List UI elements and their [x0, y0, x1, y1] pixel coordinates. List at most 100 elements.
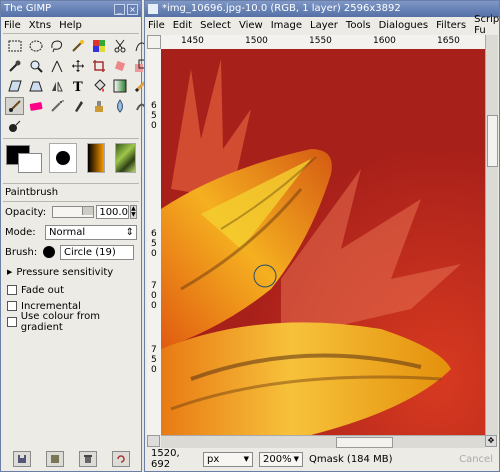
gradient-preview[interactable]	[87, 143, 105, 173]
opacity-slider[interactable]	[52, 206, 95, 218]
checkbox-box[interactable]	[7, 301, 17, 311]
opacity-slider-knob[interactable]	[82, 207, 94, 215]
menu-view[interactable]: View	[239, 20, 263, 31]
menu-tools[interactable]: Tools	[346, 20, 371, 31]
ink-icon[interactable]	[68, 97, 87, 115]
menu-file[interactable]: File	[148, 20, 165, 31]
magnify-icon[interactable]	[26, 57, 45, 75]
ruler-label: 5	[151, 355, 157, 365]
menu-dialogues[interactable]: Dialogues	[379, 20, 429, 31]
horizontal-scrollbar-thumb[interactable]	[336, 437, 393, 448]
fuzzy-select-icon[interactable]	[68, 37, 87, 55]
cancel-button[interactable]: Cancel	[459, 454, 497, 465]
restore-icon	[50, 455, 59, 463]
clone-icon[interactable]	[89, 97, 108, 115]
expander-arrow-icon[interactable]: ▶	[7, 268, 12, 276]
image-canvas[interactable]	[161, 49, 485, 435]
brush-preview[interactable]	[49, 143, 78, 173]
fade-out-checkbox[interactable]: Fade out	[1, 282, 141, 298]
menu-layer[interactable]: Layer	[310, 20, 338, 31]
menu-file[interactable]: File	[4, 20, 21, 31]
ruler-label: 0	[151, 365, 157, 375]
flip-icon[interactable]	[47, 77, 66, 95]
paintbrush-icon[interactable]	[5, 97, 24, 115]
menu-xtns[interactable]: Xtns	[29, 20, 51, 31]
menu-select[interactable]: Select	[200, 20, 231, 31]
scissors-icon[interactable]	[110, 37, 129, 55]
minimize-button[interactable]: _	[114, 3, 125, 15]
navigate-icon[interactable]: ✥	[485, 435, 497, 447]
vertical-scrollbar-thumb[interactable]	[487, 115, 498, 167]
opacity-field[interactable]: 100.0	[96, 205, 129, 219]
ruler-corner[interactable]	[147, 35, 161, 49]
checkbox-box[interactable]	[7, 285, 17, 295]
unit-value: px	[207, 453, 220, 465]
opacity-row: Opacity: 100.0 ▲ ▼	[1, 202, 141, 222]
menu-edit[interactable]: Edit	[173, 20, 192, 31]
unit-select[interactable]: px ▼	[203, 451, 253, 467]
mode-select[interactable]: Normal ⇕	[45, 224, 137, 240]
horizontal-scrollbar[interactable]	[161, 435, 485, 448]
tool-grid: T	[1, 34, 147, 138]
ruler-label: 1600	[373, 36, 396, 46]
close-button[interactable]: ×	[127, 3, 138, 15]
menu-image[interactable]: Image	[271, 20, 302, 31]
select-by-color-icon[interactable]	[89, 37, 108, 55]
chevron-down-icon: ▼	[243, 455, 249, 463]
gradient-label: Use colour from gradient	[20, 311, 100, 333]
measure-icon[interactable]	[47, 57, 66, 75]
options-button-bar	[5, 451, 137, 469]
status-message: Qmask (184 MB)	[309, 453, 393, 465]
blur-icon[interactable]	[110, 97, 129, 115]
checkbox-box[interactable]	[7, 317, 17, 327]
restore-options-button[interactable]	[45, 451, 64, 467]
bucket-fill-icon[interactable]	[89, 77, 108, 95]
dodge-burn-icon[interactable]	[5, 117, 24, 135]
delete-options-button[interactable]	[78, 451, 97, 467]
menu-script-fu[interactable]: Script-Fu	[474, 14, 500, 36]
pressure-row[interactable]: ▶ Pressure sensitivity	[1, 262, 141, 282]
ruler-label: 6	[151, 229, 157, 239]
rect-select-icon[interactable]	[5, 37, 24, 55]
gradient-checkbox[interactable]: Use colour from gradient	[1, 311, 141, 333]
rotate-icon[interactable]	[110, 57, 129, 75]
brush-field[interactable]: Circle (19)	[60, 244, 134, 260]
zoom-select[interactable]: 200% ▼	[259, 451, 303, 467]
text-icon[interactable]: T	[68, 77, 87, 95]
eraser-icon[interactable]	[26, 97, 45, 115]
menu-help[interactable]: Help	[59, 20, 82, 31]
menu-filters[interactable]: Filters	[436, 20, 466, 31]
window-menu-icon[interactable]	[148, 4, 158, 14]
ruler-label: 6	[151, 101, 157, 111]
perspective-icon[interactable]	[26, 77, 45, 95]
opacity-spin-buttons[interactable]: ▲ ▼	[129, 205, 137, 219]
ruler-label: 7	[151, 345, 157, 355]
brush-circle-icon	[43, 246, 55, 258]
blend-icon[interactable]	[110, 77, 129, 95]
pattern-preview[interactable]	[114, 143, 136, 173]
ruler-label: 5	[151, 239, 157, 249]
toolbox-titlebar[interactable]: The GIMP _ ×	[1, 1, 141, 17]
ruler-label: 0	[151, 301, 157, 311]
ellipse-select-icon[interactable]	[26, 37, 45, 55]
airbrush-icon[interactable]	[47, 97, 66, 115]
mode-label: Mode:	[5, 226, 36, 238]
svg-text:T: T	[73, 80, 83, 93]
image-title: *img_10696.jpg-10.0 (RGB, 1 layer) 2596x…	[162, 3, 401, 14]
image-titlebar[interactable]: *img_10696.jpg-10.0 (RGB, 1 layer) 2596x…	[145, 1, 499, 17]
crop-icon[interactable]	[89, 57, 108, 75]
chevron-down-icon: ⇕	[125, 226, 134, 238]
color-picker-icon[interactable]	[5, 57, 24, 75]
vertical-ruler[interactable]: 6 5 0 6 5 0 7 0 0 7 5 0	[147, 49, 162, 435]
qmask-toggle-icon[interactable]	[147, 435, 160, 447]
move-icon[interactable]	[68, 57, 87, 75]
reset-options-button[interactable]	[111, 451, 130, 467]
horizontal-ruler[interactable]: 1450 1500 1550 1600 1650	[161, 35, 485, 50]
save-options-button[interactable]	[12, 451, 31, 467]
fg-bg-colors[interactable]	[6, 143, 42, 173]
shear-icon[interactable]	[5, 77, 24, 95]
lasso-icon[interactable]	[47, 37, 66, 55]
brush-button[interactable]	[40, 244, 58, 260]
vertical-scrollbar[interactable]	[485, 35, 498, 435]
background-color[interactable]	[18, 153, 42, 173]
